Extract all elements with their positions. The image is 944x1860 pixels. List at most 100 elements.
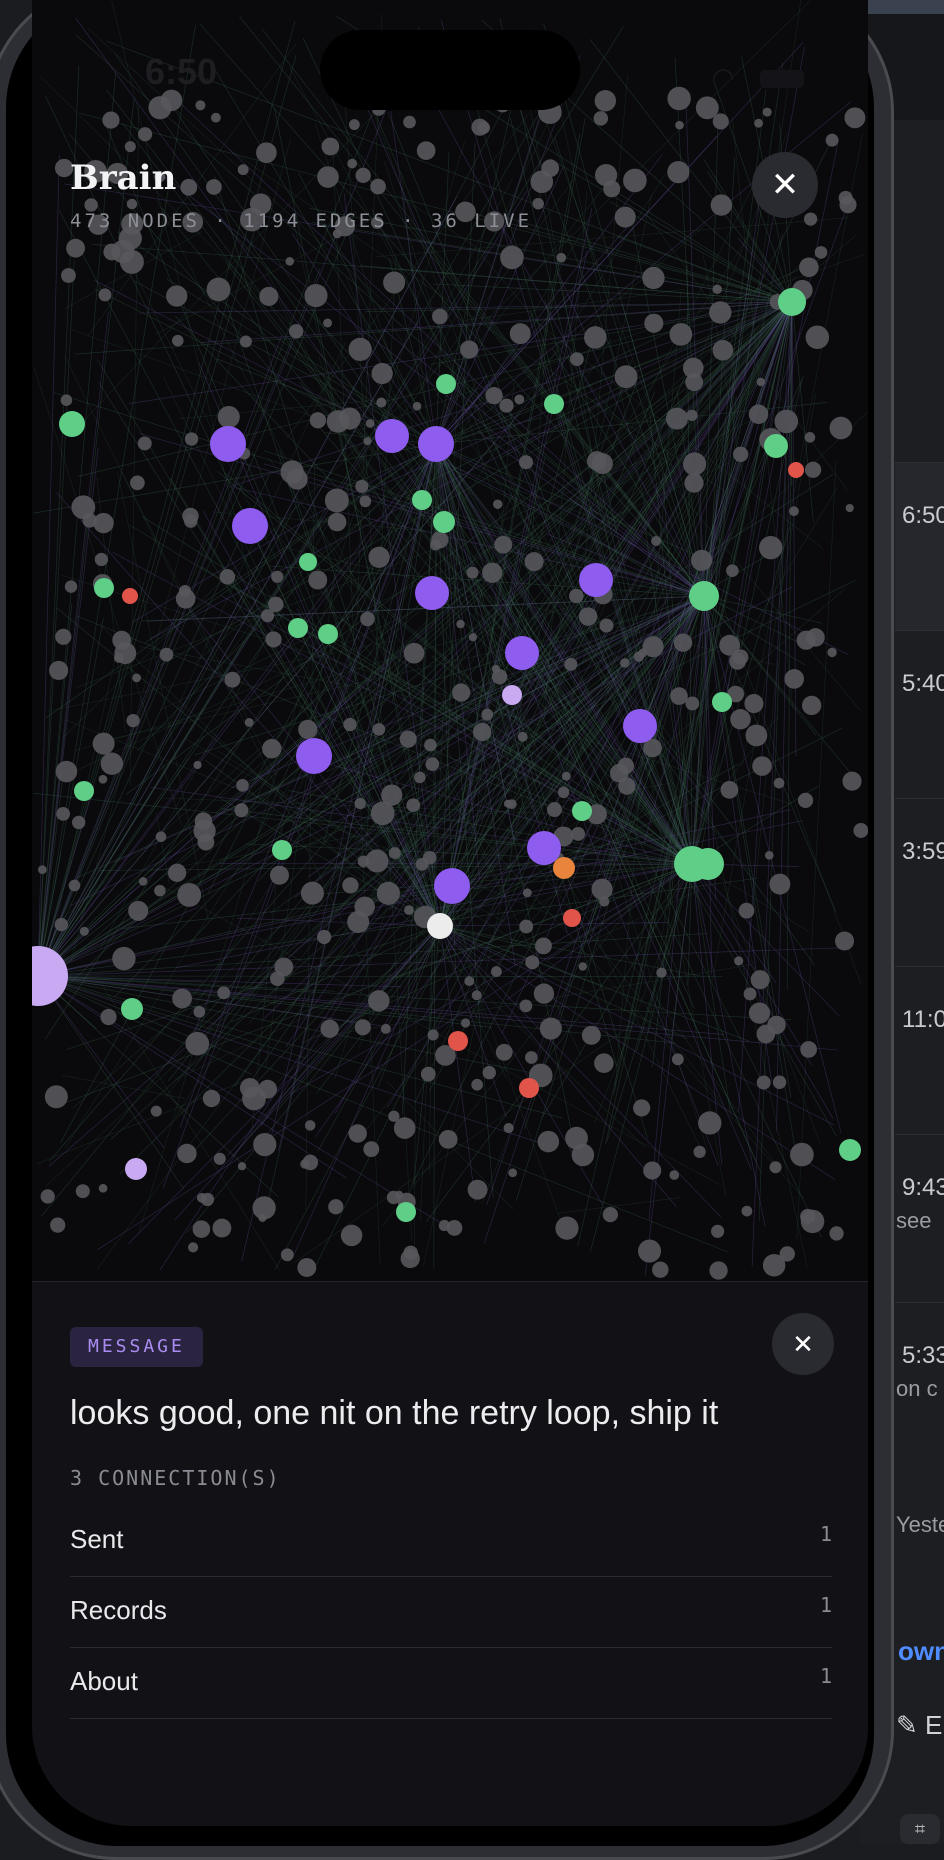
graph-node[interactable] (94, 578, 114, 598)
graph-node[interactable] (400, 731, 417, 748)
graph-node[interactable] (565, 1127, 588, 1150)
graph-node[interactable] (644, 314, 663, 333)
graph-node[interactable] (128, 901, 148, 921)
graph-node[interactable] (620, 658, 630, 668)
graph-node[interactable] (59, 411, 85, 437)
graph-node[interactable] (343, 718, 356, 731)
graph-node[interactable] (101, 753, 123, 775)
graph-node[interactable] (412, 490, 432, 510)
graph-node[interactable] (638, 1240, 661, 1263)
graph-node[interactable] (296, 738, 332, 774)
graph-node[interactable] (423, 851, 437, 865)
graph-node[interactable] (798, 793, 813, 808)
graph-node[interactable] (519, 455, 533, 469)
graph-node[interactable] (826, 134, 839, 147)
graph-node[interactable] (667, 87, 690, 110)
graph-node[interactable] (310, 412, 326, 428)
graph-node[interactable] (502, 685, 522, 705)
graph-node[interactable] (180, 179, 197, 196)
graph-node[interactable] (253, 1133, 276, 1156)
graph-node[interactable] (461, 1018, 470, 1027)
graph-node[interactable] (757, 378, 766, 387)
graph-node[interactable] (571, 827, 585, 841)
graph-node[interactable] (259, 287, 278, 306)
graph-node[interactable] (757, 1025, 776, 1044)
graph-node[interactable] (102, 112, 119, 129)
graph-node[interactable] (846, 504, 854, 512)
graph-node[interactable] (584, 326, 607, 349)
graph-node[interactable] (359, 495, 371, 507)
graph-node[interactable] (193, 761, 201, 769)
graph-node[interactable] (485, 387, 502, 404)
graph-node[interactable] (38, 865, 47, 874)
graph-node[interactable] (69, 880, 81, 892)
graph-node[interactable] (72, 816, 85, 829)
graph-node[interactable] (256, 142, 277, 163)
graph-node[interactable] (154, 885, 166, 897)
graph-node[interactable] (540, 1017, 562, 1039)
graph-node[interactable] (318, 624, 338, 644)
graph-node[interactable] (404, 643, 425, 664)
graph-node[interactable] (749, 1002, 770, 1023)
graph-node[interactable] (757, 1076, 771, 1090)
graph-node[interactable] (206, 179, 222, 195)
graph-node[interactable] (245, 718, 254, 727)
graph-node[interactable] (304, 284, 327, 307)
graph-node[interactable] (370, 179, 386, 195)
graph-node[interactable] (770, 1161, 782, 1173)
graph-node[interactable] (494, 536, 512, 554)
graph-node[interactable] (99, 1184, 108, 1193)
graph-node[interactable] (508, 1168, 517, 1177)
graph-node[interactable] (643, 1161, 661, 1179)
graph-node[interactable] (788, 462, 804, 478)
graph-node[interactable] (733, 447, 748, 462)
graph-node[interactable] (272, 840, 292, 860)
graph-node[interactable] (436, 374, 456, 394)
graph-node[interactable] (467, 567, 479, 579)
graph-node[interactable] (686, 410, 697, 421)
graph-node[interactable] (547, 802, 562, 817)
graph-node[interactable] (297, 1258, 316, 1277)
graph-node[interactable] (56, 761, 78, 783)
graph-node[interactable] (806, 628, 825, 647)
graph-node[interactable] (121, 998, 143, 1020)
graph-node[interactable] (372, 363, 393, 384)
graph-node[interactable] (510, 323, 531, 344)
graph-node[interactable] (491, 966, 502, 977)
graph-node[interactable] (139, 877, 148, 886)
graph-node[interactable] (197, 1193, 207, 1203)
graph-node[interactable] (839, 1139, 861, 1161)
graph-node[interactable] (802, 696, 821, 715)
graph-node[interactable] (500, 246, 524, 270)
graph-node[interactable] (525, 1051, 538, 1064)
graph-node[interactable] (711, 194, 732, 215)
graph-node[interactable] (432, 309, 448, 325)
graph-hub-node[interactable] (778, 288, 806, 316)
graph-node[interactable] (535, 937, 552, 954)
graph-node[interactable] (570, 352, 584, 366)
graph-node[interactable] (207, 278, 231, 302)
graph-node[interactable] (80, 927, 89, 936)
graph-node[interactable] (421, 1067, 436, 1082)
graph-node[interactable] (417, 141, 436, 160)
graph-node[interactable] (709, 301, 731, 323)
graph-node[interactable] (482, 563, 502, 583)
graph-node[interactable] (234, 803, 248, 817)
graph-node[interactable] (258, 1214, 266, 1222)
graph-node[interactable] (744, 988, 757, 1001)
graph-node[interactable] (132, 673, 141, 682)
graph-node[interactable] (220, 569, 236, 585)
graph-node[interactable] (355, 798, 366, 809)
graph-node[interactable] (694, 1146, 706, 1158)
graph-node[interactable] (347, 159, 357, 169)
background-link[interactable]: own (898, 1636, 944, 1667)
background-edit-button[interactable]: ✎ E (896, 1710, 942, 1741)
graph-node[interactable] (274, 958, 293, 977)
graph-node[interactable] (483, 1066, 496, 1079)
graph-node[interactable] (188, 1242, 198, 1252)
graph-node[interactable] (125, 141, 136, 152)
graph-hub-node[interactable] (689, 581, 719, 611)
graph-node[interactable] (595, 90, 616, 111)
graph-node[interactable] (299, 553, 317, 571)
graph-node[interactable] (499, 399, 513, 413)
